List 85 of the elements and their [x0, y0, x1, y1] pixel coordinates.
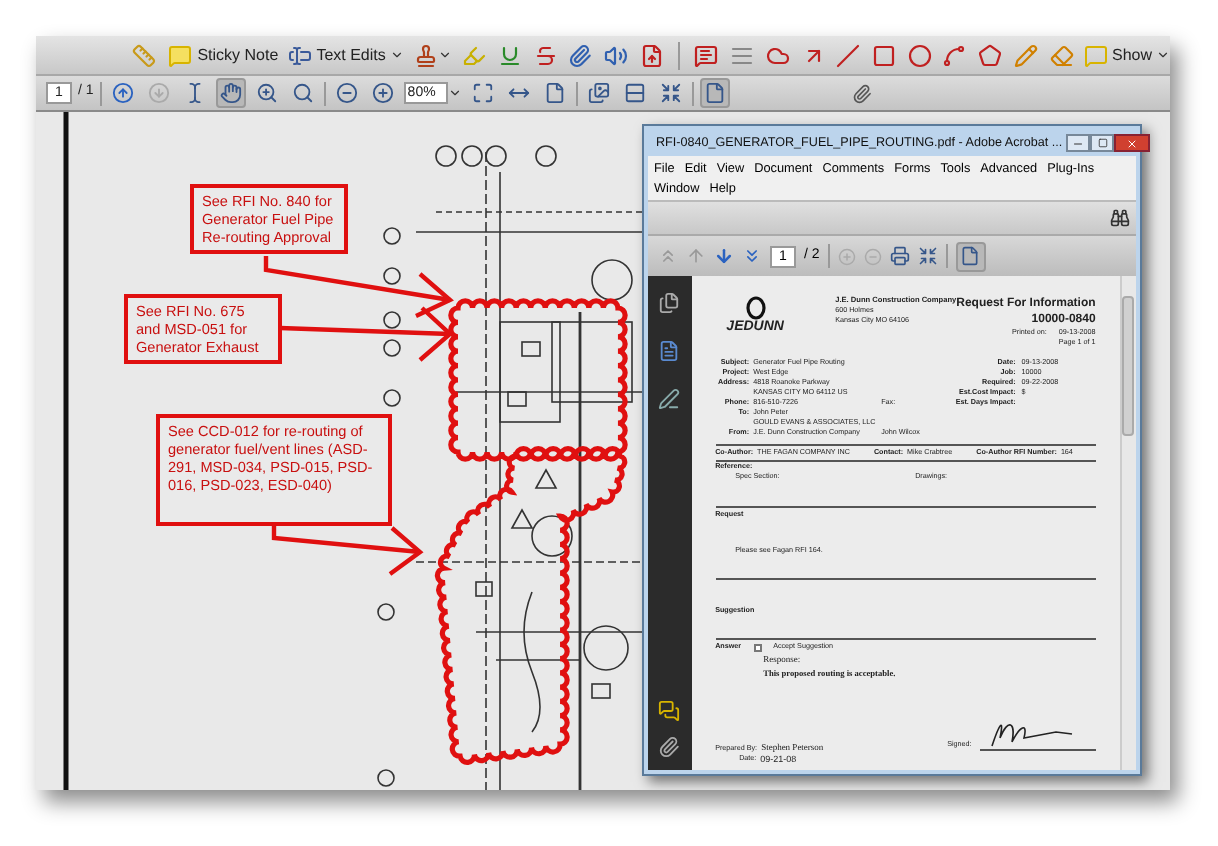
zoom-icon	[291, 82, 314, 104]
marquee-zoom-icon	[255, 82, 278, 104]
caret-icon	[437, 48, 452, 62]
underline-tool[interactable]	[497, 41, 523, 69]
oval-icon	[907, 43, 932, 67]
previous-page-icon	[111, 82, 134, 104]
file-attach-icon	[639, 43, 664, 67]
text-box-icon	[694, 43, 719, 67]
tool-menu-button[interactable]: Show	[1084, 41, 1171, 69]
minimize-icon	[1072, 137, 1085, 149]
maximize-icon	[1097, 138, 1108, 148]
next-page-icon	[714, 246, 734, 266]
single-page-icon	[703, 82, 726, 104]
full-screen-icon	[917, 246, 938, 266]
caret-icon	[389, 48, 404, 62]
close-icon	[1126, 137, 1139, 149]
zoom-out-icon	[863, 247, 882, 265]
pentagon-tool[interactable]	[977, 41, 1004, 69]
polyline-icon	[942, 43, 967, 67]
first-page-icon	[658, 246, 678, 266]
images-button[interactable]	[583, 78, 614, 108]
caret-icon	[1156, 48, 1171, 62]
last-page-icon	[742, 246, 762, 266]
zoom-out-button[interactable]	[331, 78, 362, 108]
paperclip-icon	[851, 83, 872, 103]
search-icon	[1110, 208, 1130, 228]
stamp-icon	[413, 43, 438, 67]
attachments-icon[interactable]	[658, 736, 681, 758]
sticky-note-icon	[167, 43, 192, 67]
ruler-icon	[132, 43, 157, 67]
paperclip-icon	[568, 43, 593, 67]
strikethrough-icon	[533, 43, 558, 67]
underline-icon	[497, 43, 522, 67]
line-icon	[836, 43, 861, 67]
strikethrough-tool[interactable]	[532, 41, 559, 69]
fit-page-icon	[471, 82, 494, 104]
page-icon	[543, 82, 566, 104]
rectangle-tool[interactable]	[871, 41, 897, 69]
text-edits-icon	[288, 43, 313, 67]
images-icon	[587, 82, 610, 104]
comments-icon	[1084, 43, 1108, 67]
fit-width-icon	[507, 82, 530, 104]
zoom-in-button[interactable]	[367, 78, 398, 108]
zoom-in-icon	[837, 247, 856, 265]
eraser-tool[interactable]	[1048, 41, 1074, 69]
paperclip-tool[interactable]	[568, 41, 594, 69]
highlighter-icon	[462, 43, 487, 67]
pencil-tool[interactable]	[1013, 41, 1039, 69]
single-page-button[interactable]	[699, 78, 730, 108]
lines-icon	[730, 43, 755, 67]
pentagon-icon	[978, 43, 1003, 67]
speaker-icon	[604, 43, 629, 67]
bookmarks-icon[interactable]	[658, 340, 681, 362]
two-pages-icon	[623, 82, 646, 104]
pages-icon[interactable]	[658, 292, 681, 314]
hand-button[interactable]	[215, 78, 246, 108]
speaker-tool[interactable]	[603, 41, 629, 69]
maximize-button[interactable]	[1090, 134, 1115, 152]
hand-icon	[219, 82, 242, 104]
single-page-icon	[960, 246, 981, 266]
rectangle-icon	[872, 43, 897, 67]
cloud-icon	[765, 43, 790, 67]
tool-menu-button[interactable]: Text Edits	[288, 41, 404, 69]
signature-icon[interactable]	[658, 388, 681, 410]
previous-page-button[interactable]	[107, 78, 138, 108]
logo-mark-icon	[745, 296, 766, 320]
polyline-tool[interactable]	[942, 41, 968, 69]
stamp-menu-button[interactable]	[413, 41, 452, 69]
caret-icon	[447, 86, 462, 100]
next-page-icon	[147, 82, 170, 104]
file-attach-tool[interactable]	[638, 41, 665, 69]
zoom-out-icon	[335, 82, 358, 104]
accept-checkbox[interactable]	[753, 643, 762, 651]
line-tool[interactable]	[835, 41, 862, 69]
oval-tool[interactable]	[906, 41, 933, 69]
eraser-icon	[1049, 43, 1074, 67]
comments-icon[interactable]	[658, 700, 681, 722]
previous-page-icon	[686, 246, 706, 266]
printer-icon	[889, 246, 910, 266]
full-screen-icon	[659, 82, 682, 104]
zoom-in-icon	[371, 82, 394, 104]
pencil-icon	[1013, 43, 1038, 67]
close-button[interactable]	[1114, 134, 1151, 152]
text-box-tool[interactable]	[694, 41, 720, 69]
sticky-note-button[interactable]: Sticky Note	[167, 41, 279, 69]
